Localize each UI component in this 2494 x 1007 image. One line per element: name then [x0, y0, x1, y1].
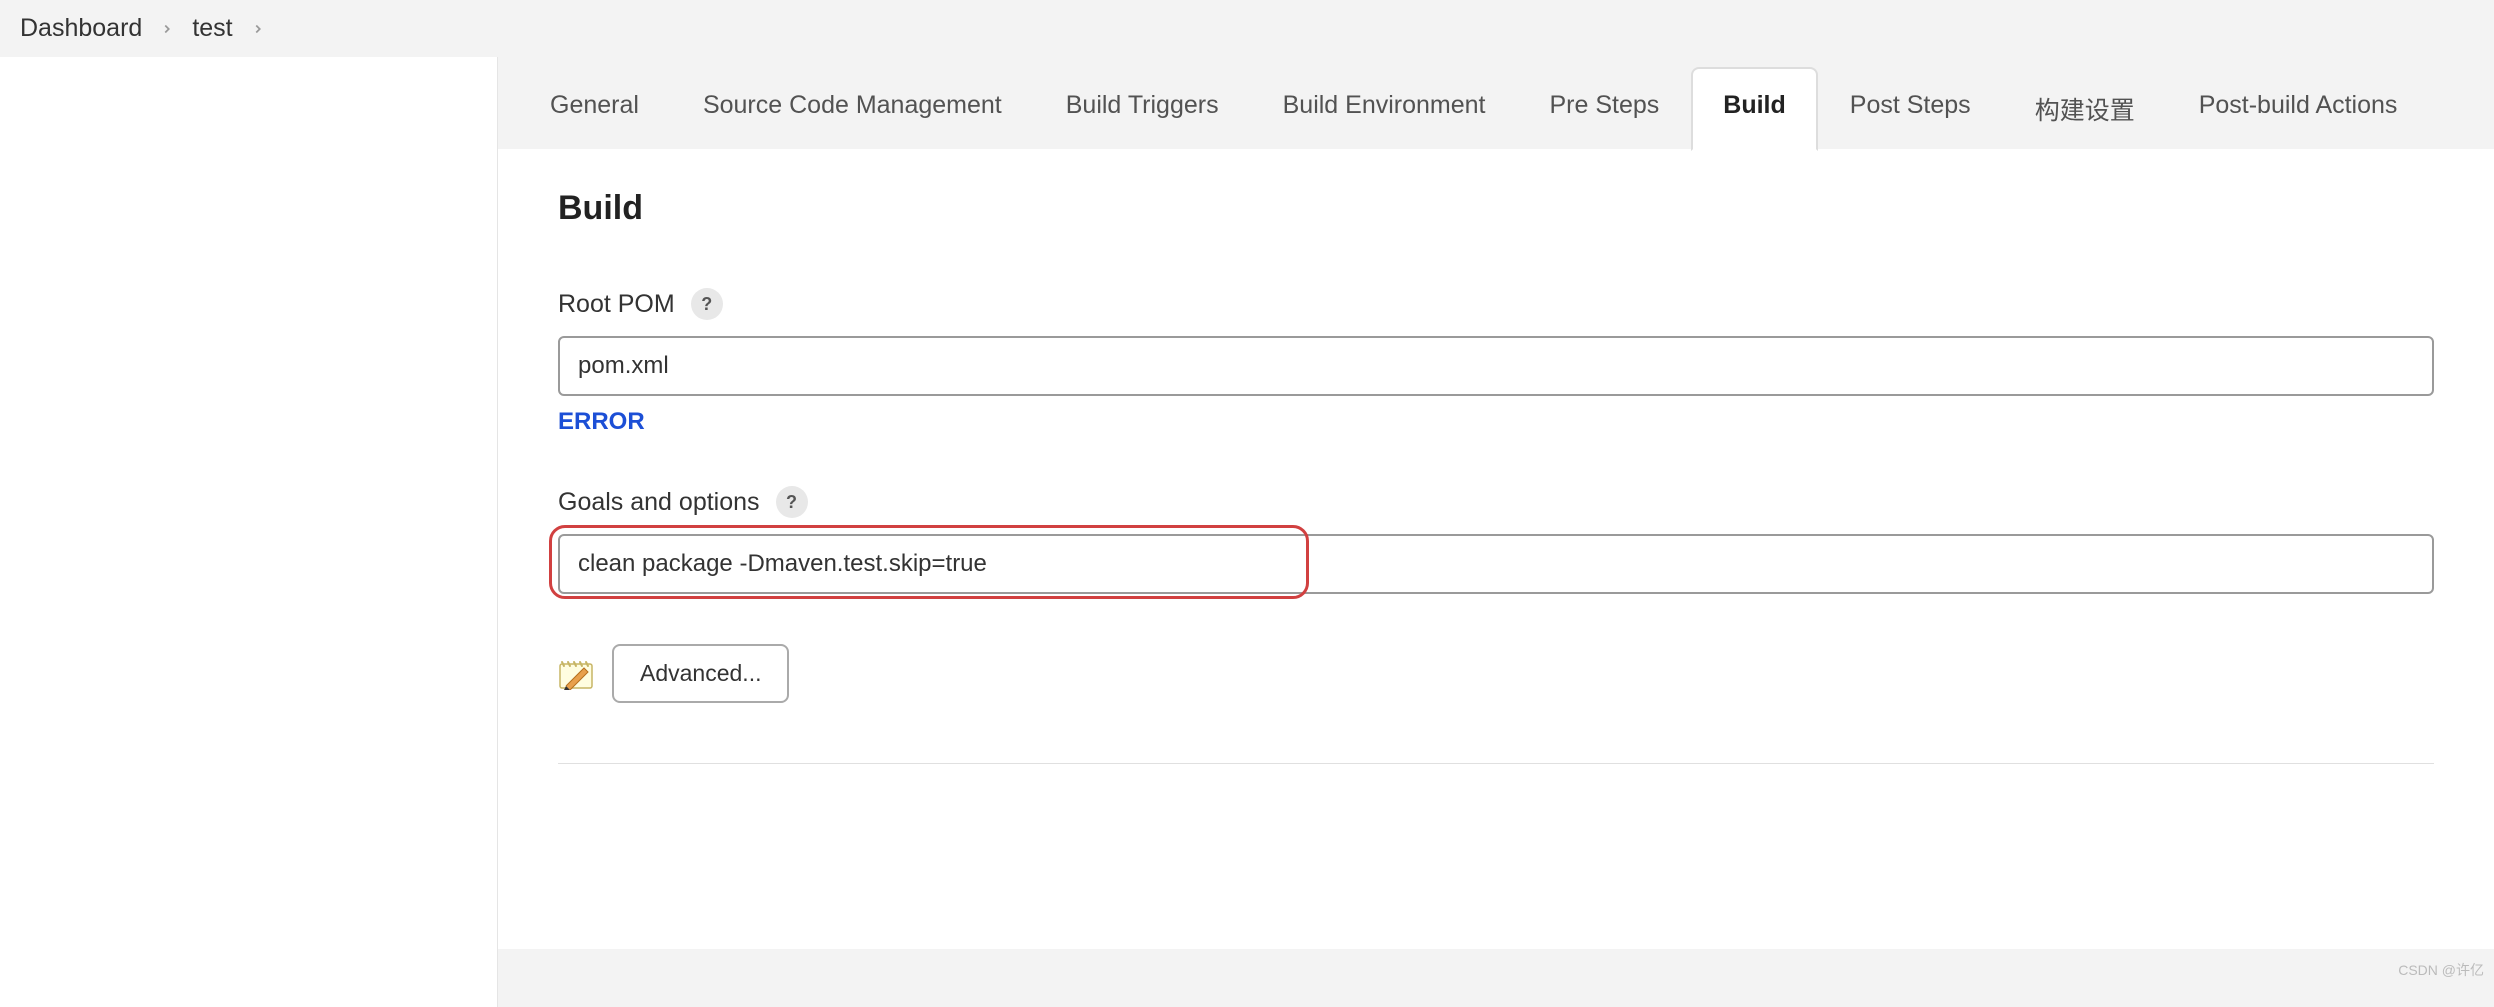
chevron-right-icon: [251, 22, 265, 36]
content-panel: Build Root POM ? ERROR Goals and options…: [498, 149, 2494, 949]
divider: [558, 763, 2434, 764]
main-area: General Source Code Management Build Tri…: [498, 57, 2494, 1007]
root-pom-input[interactable]: [558, 336, 2434, 396]
breadcrumb: Dashboard test: [0, 0, 2494, 57]
watermark: CSDN @许亿: [2398, 960, 2484, 980]
root-pom-error: ERROR: [558, 408, 2434, 436]
sidebar: [0, 57, 498, 1007]
tab-build[interactable]: Build: [1691, 67, 1818, 151]
tab-general[interactable]: General: [518, 67, 671, 151]
root-pom-label: Root POM: [558, 290, 675, 319]
goals-input[interactable]: [558, 534, 2434, 594]
tab-bar: General Source Code Management Build Tri…: [498, 57, 2494, 149]
field-goals-options: Goals and options ?: [558, 486, 2434, 594]
tab-build-triggers[interactable]: Build Triggers: [1034, 67, 1251, 151]
advanced-row: Advanced...: [558, 644, 2434, 703]
goals-label: Goals and options: [558, 488, 760, 517]
advanced-button[interactable]: Advanced...: [612, 644, 789, 703]
section-title: Build: [558, 189, 2434, 228]
help-icon[interactable]: ?: [776, 486, 808, 518]
help-icon[interactable]: ?: [691, 288, 723, 320]
tab-post-steps[interactable]: Post Steps: [1818, 67, 2003, 151]
tab-build-environment[interactable]: Build Environment: [1251, 67, 1518, 151]
field-root-pom: Root POM ? ERROR: [558, 288, 2434, 436]
tab-pre-steps[interactable]: Pre Steps: [1518, 67, 1692, 151]
breadcrumb-item-test[interactable]: test: [192, 14, 232, 43]
notepad-icon: [558, 658, 594, 690]
tab-scm[interactable]: Source Code Management: [671, 67, 1034, 151]
breadcrumb-item-dashboard[interactable]: Dashboard: [20, 14, 142, 43]
tab-post-build-actions[interactable]: Post-build Actions: [2167, 67, 2430, 151]
chevron-right-icon: [160, 22, 174, 36]
tab-build-settings[interactable]: 构建设置: [2003, 67, 2167, 151]
